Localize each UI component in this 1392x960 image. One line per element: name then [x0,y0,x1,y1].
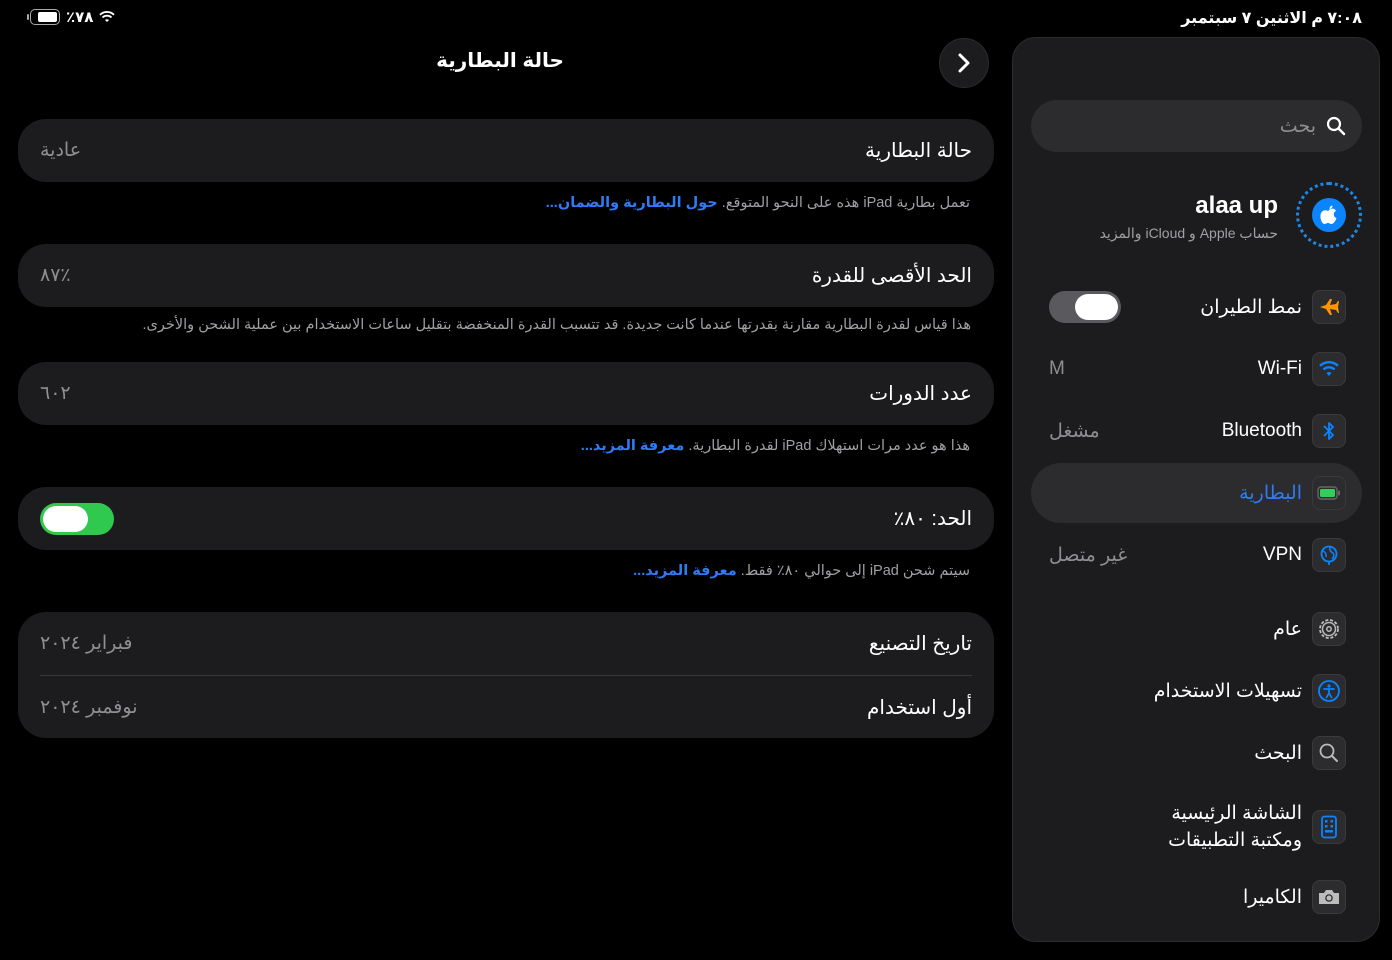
battery-health-card: حالة البطارية عادية [18,119,994,182]
profile-subtitle: حساب Apple و iCloud والمزيد [1099,225,1278,241]
battery-warranty-link[interactable]: حول البطارية والضمان... [546,195,718,211]
manufacture-date-row: تاريخ التصنيع فبراير ٢٠٢٤ [18,612,994,675]
airplane-mode-toggle[interactable] [1049,291,1121,323]
battery-percentage: ٪٧٨ [66,9,94,26]
search-icon [1326,116,1346,136]
learn-more-link[interactable]: معرفة المزيد... [581,438,685,454]
sidebar-item-label-line2: ومكتبة التطبيقات [1168,830,1302,851]
sidebar-item-wifi[interactable]: M Wi-Fi [1031,339,1362,399]
search-icon [1312,736,1346,770]
sidebar-item-label: VPN [1262,544,1302,565]
home-screen-icon [1312,810,1346,844]
status-indicators: ٪٧٨ [27,8,116,26]
sidebar-item-airplane-mode[interactable]: نمط الطيران [1031,277,1362,337]
battery-health-label: حالة البطارية [865,140,972,162]
gear-icon [1312,612,1346,646]
sidebar-item-camera[interactable]: الكاميرا [1031,867,1362,927]
first-use-value: نوفمبر ٢٠٢٤ [40,696,138,718]
cycle-count-note: هذا هو عدد مرات استهلاك iPad لقدرة البطا… [581,438,970,454]
note-text: هذا قياس لقدرة البطارية مقارنة بقدرتها ع… [142,317,971,333]
sidebar-item-label: Bluetooth [1221,420,1302,441]
sidebar-item-home-screen[interactable]: الشاشة الرئيسية ومكتبة التطبيقات [1031,795,1362,859]
manufacture-date-label: تاريخ التصنيع [868,633,972,655]
apple-account-avatar [1296,182,1362,248]
charge-limit-row: الحد: ٨٠٪ [18,487,994,550]
battery-health-row: حالة البطارية عادية [18,119,994,182]
battery-status-icon [27,9,60,25]
note-text: هذا هو عدد مرات استهلاك iPad لقدرة البطا… [688,438,970,454]
profile-name: alaa up [1195,192,1278,219]
charge-limit-toggle[interactable] [40,502,114,535]
cycle-count-label: عدد الدورات [869,383,972,405]
wifi-network-value: M [1049,358,1065,379]
note-text: سيتم شحن iPad إلى حوالي ٨٠٪ فقط. [740,563,970,579]
sidebar-item-general[interactable]: عام [1031,599,1362,659]
airplane-icon [1312,290,1346,324]
max-capacity-note: هذا قياس لقدرة البطارية مقارنة بقدرتها ع… [143,317,971,333]
vpn-globe-icon [1312,538,1346,572]
sidebar-item-label: نمط الطيران [1200,296,1302,318]
page-title: حالة البطارية [436,50,564,72]
sidebar-item-label: الشاشة الرئيسية ومكتبة التطبيقات [1168,800,1302,854]
max-capacity-card: الحد الأقصى للقدرة ٪٨٧ [18,244,994,307]
vpn-status-value: غير متصل [1049,544,1128,566]
cycle-count-value: ٦٠٢ [40,383,71,404]
charge-limit-card: الحد: ٨٠٪ [18,487,994,550]
charge-limit-label: الحد: ٨٠٪ [893,508,972,530]
sidebar-item-label: Wi-Fi [1257,358,1302,379]
sidebar-item-bluetooth[interactable]: مشغل Bluetooth [1031,401,1362,461]
sidebar-item-accessibility[interactable]: تسهيلات الاستخدام [1031,661,1362,721]
apple-logo-icon [1312,198,1346,232]
battery-icon [1312,476,1346,510]
first-use-label: أول استخدام [867,696,972,719]
charge-limit-note: سيتم شحن iPad إلى حوالي ٨٠٪ فقط. معرفة ا… [633,563,970,579]
note-text: تعمل بطارية iPad هذه على النحو المتوقع. [721,195,970,211]
sidebar-item-label: تسهيلات الاستخدام [1153,680,1302,702]
dates-card: تاريخ التصنيع فبراير ٢٠٢٤ أول استخدام نو… [18,612,994,738]
camera-icon [1312,880,1346,914]
max-capacity-row: الحد الأقصى للقدرة ٪٨٧ [18,244,994,307]
sidebar-item-label: الكاميرا [1242,886,1302,908]
settings-sidebar: بحث alaa up حساب Apple و iCloud والمزيد … [1012,37,1380,942]
sidebar-item-battery[interactable]: البطارية [1031,463,1362,523]
search-placeholder: بحث [1279,115,1316,137]
sidebar-item-vpn[interactable]: غير متصل VPN [1031,525,1362,585]
search-field[interactable]: بحث [1031,100,1362,152]
learn-more-link[interactable]: معرفة المزيد... [633,563,737,579]
bluetooth-status-value: مشغل [1049,420,1100,442]
first-use-row: أول استخدام نوفمبر ٢٠٢٤ [40,675,972,738]
sidebar-item-label: عام [1273,618,1302,640]
wifi-status-icon [99,11,116,22]
max-capacity-label: الحد الأقصى للقدرة [811,265,972,287]
cycle-count-card: عدد الدورات ٦٠٢ [18,362,994,425]
wifi-icon [1312,352,1346,386]
accessibility-icon [1312,674,1346,708]
sidebar-item-label-line1: الشاشة الرئيسية [1171,803,1302,824]
apple-account-row[interactable]: alaa up حساب Apple و iCloud والمزيد [1031,178,1362,256]
battery-health-value: عادية [40,140,82,161]
bluetooth-icon [1312,414,1346,448]
sidebar-item-search[interactable]: البحث [1031,723,1362,783]
cycle-count-row: عدد الدورات ٦٠٢ [18,362,994,425]
manufacture-date-value: فبراير ٢٠٢٤ [40,633,133,654]
sidebar-item-label: البحث [1254,742,1302,764]
sidebar-item-label: البطارية [1239,482,1302,504]
max-capacity-value: ٪٨٧ [40,265,71,286]
battery-health-note: تعمل بطارية iPad هذه على النحو المتوقع. … [546,195,970,211]
status-time: ٧:٠٨ م الاثنين ٧ سبتمبر [1181,10,1362,27]
